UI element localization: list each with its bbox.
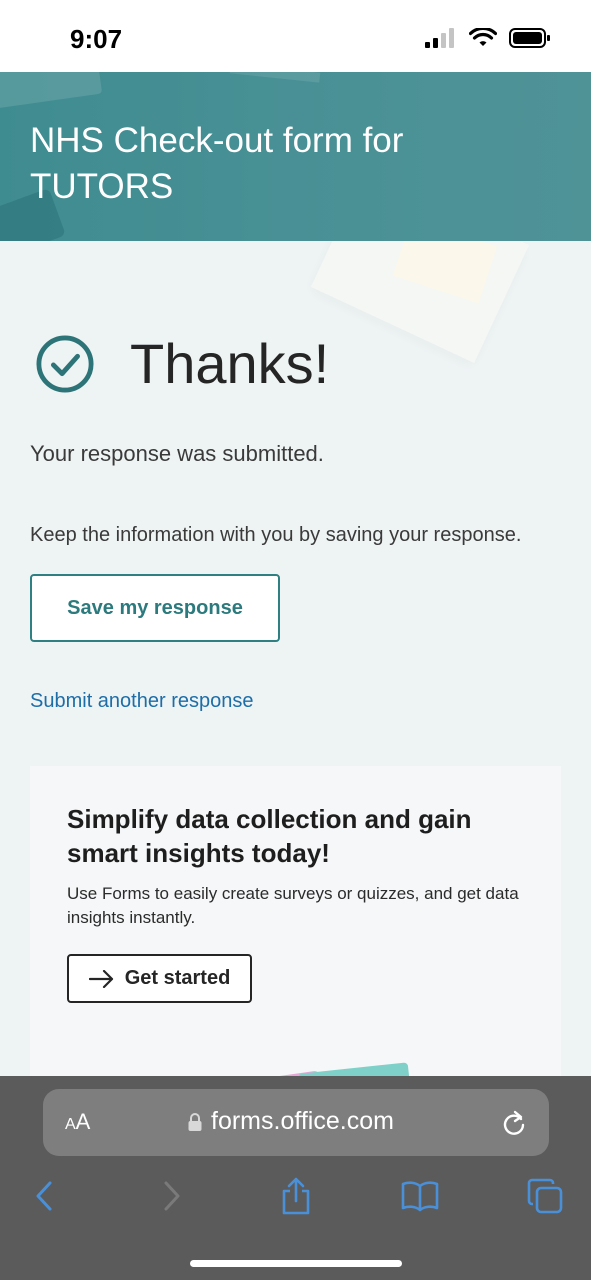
save-response-button[interactable]: Save my response [30,574,280,642]
promo-illustration [240,1062,412,1076]
signal-icon [425,28,454,48]
status-bar: 9:07 [0,0,591,72]
thanks-row: Thanks! [36,331,329,396]
forward-button[interactable] [152,1176,192,1216]
text-size-label-large: A [75,1109,91,1134]
url-text: forms.office.com [211,1107,394,1135]
header-decoration [229,72,321,83]
form-title: NHS Check-out form for TUTORS [30,121,404,206]
reload-icon[interactable] [501,1109,527,1137]
promo-title: Simplify data collection and gain smart … [67,804,472,868]
form-header: NHS Check-out form for TUTORS [0,72,591,241]
arrow-right-icon [88,969,113,988]
browser-toolbar [0,1176,591,1216]
lock-icon [188,1112,202,1131]
keep-info-message: Keep the information with you by saving … [30,524,522,546]
header-decoration [0,72,103,111]
submit-another-link[interactable]: Submit another response [30,690,253,713]
submitted-message: Your response was submitted. [30,441,324,466]
status-time: 9:07 [70,24,123,54]
back-button[interactable] [24,1176,64,1216]
url-group[interactable]: forms.office.com [187,1107,394,1136]
tabs-button[interactable] [525,1176,565,1216]
back-icon [36,1181,52,1211]
bookmarks-button[interactable] [400,1176,440,1216]
text-size-label-small: A [65,1116,76,1133]
share-button[interactable] [276,1176,316,1216]
wifi-icon [469,28,497,46]
browser-bar: AA forms.office.com [0,1076,591,1280]
bookmarks-icon [401,1181,439,1212]
check-circle-icon [36,334,94,393]
tabs-icon [527,1178,563,1214]
home-indicator[interactable] [190,1260,402,1267]
forward-icon [164,1181,180,1211]
text-size-button[interactable]: AA [65,1109,90,1135]
promo-description: Use Forms to easily create surveys or qu… [67,884,519,927]
status-icons [425,28,551,48]
get-started-button[interactable]: Get started [67,954,252,1003]
address-bar[interactable]: AA forms.office.com [43,1089,549,1156]
thanks-heading: Thanks! [130,332,330,395]
get-started-label: Get started [124,967,231,989]
confirmation-page: Thanks! Your response was submitted. Kee… [0,241,591,1076]
promo-card: Simplify data collection and gain smart … [30,766,561,1076]
share-icon [282,1177,310,1215]
battery-icon [509,28,550,48]
